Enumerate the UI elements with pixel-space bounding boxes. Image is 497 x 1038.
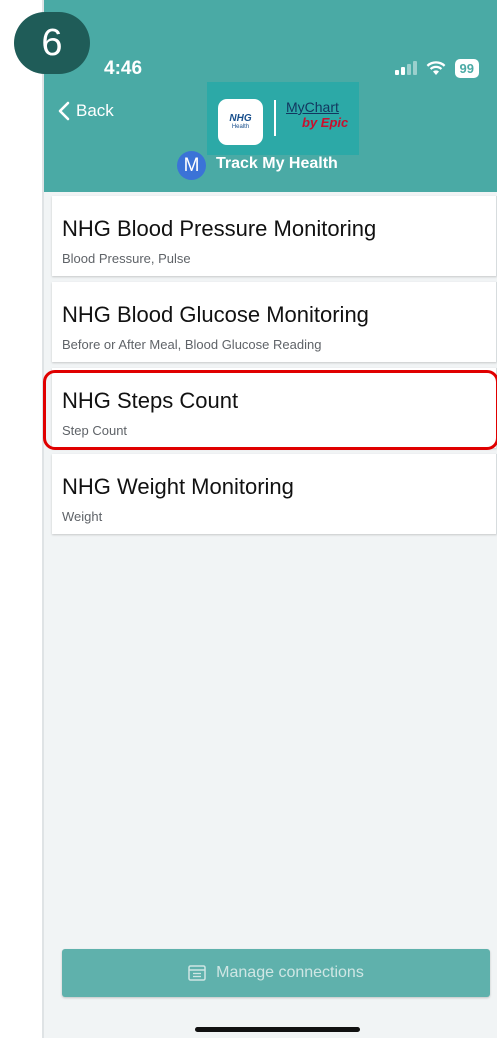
avatar[interactable]: M [177, 151, 206, 180]
logo-divider [274, 100, 276, 136]
manage-connections-button[interactable]: Manage connections [62, 949, 490, 997]
program-card-blood-glucose[interactable]: NHG Blood Glucose Monitoring Before or A… [52, 282, 497, 362]
page-title: Track My Health [216, 155, 338, 172]
back-label: Back [76, 101, 114, 120]
connections-list-icon [188, 965, 206, 981]
program-subtitle: Weight [62, 509, 103, 524]
back-button[interactable]: Back [58, 101, 114, 121]
program-subtitle: Step Count [62, 423, 128, 438]
program-list: NHG Blood Pressure Monitoring Blood Pres… [44, 192, 497, 1038]
nhg-health-logo: NHG Health [218, 99, 263, 145]
program-subtitle: Blood Pressure, Pulse [62, 251, 191, 266]
nhg-mychart-logo: NHG Health MyChart by Epic [207, 82, 359, 155]
program-title: NHG Steps Count [62, 388, 239, 413]
screen: 6 4:46 99 Back NHG Health MyChart by Epi… [0, 0, 497, 1038]
program-title: NHG Blood Glucose Monitoring [62, 302, 369, 327]
chevron-left-icon [58, 101, 70, 121]
wifi-icon [426, 60, 445, 75]
status-time: 4:46 [104, 58, 143, 79]
epic-logo-text: by Epic [302, 115, 349, 130]
program-title: NHG Blood Pressure Monitoring [62, 216, 377, 241]
manage-connections-label: Manage connections [216, 964, 364, 981]
mychart-logo-text: MyChart [286, 99, 339, 115]
program-card-blood-pressure[interactable]: NHG Blood Pressure Monitoring Blood Pres… [52, 196, 497, 276]
program-card-steps-count[interactable]: NHG Steps Count Step Count [52, 368, 497, 448]
cellular-signal-icon [394, 61, 417, 75]
nhg-logo-text: NHG [229, 112, 252, 124]
home-indicator[interactable] [195, 1027, 360, 1032]
nhg-logo-subtext: Health [231, 123, 250, 130]
program-subtitle: Before or After Meal, Blood Glucose Read… [62, 337, 322, 352]
program-card-weight[interactable]: NHG Weight Monitoring Weight [52, 454, 497, 534]
battery-icon: 99 [454, 58, 479, 78]
status-icons: 99 [394, 57, 479, 79]
step-number-badge: 6 [14, 12, 90, 74]
program-title: NHG Weight Monitoring [62, 474, 294, 499]
